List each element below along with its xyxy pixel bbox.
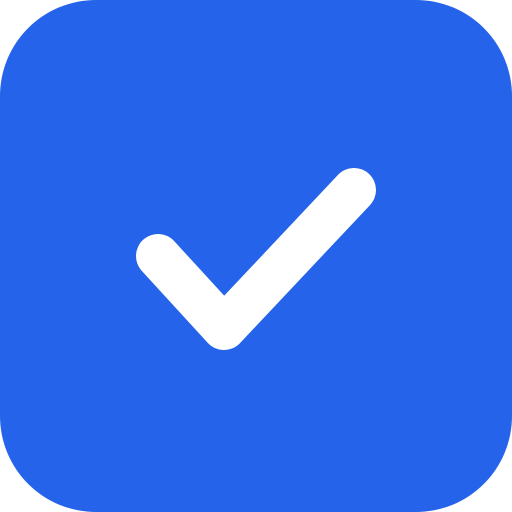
checked-checkbox[interactable] <box>0 0 512 512</box>
checkbox-background <box>0 0 512 512</box>
